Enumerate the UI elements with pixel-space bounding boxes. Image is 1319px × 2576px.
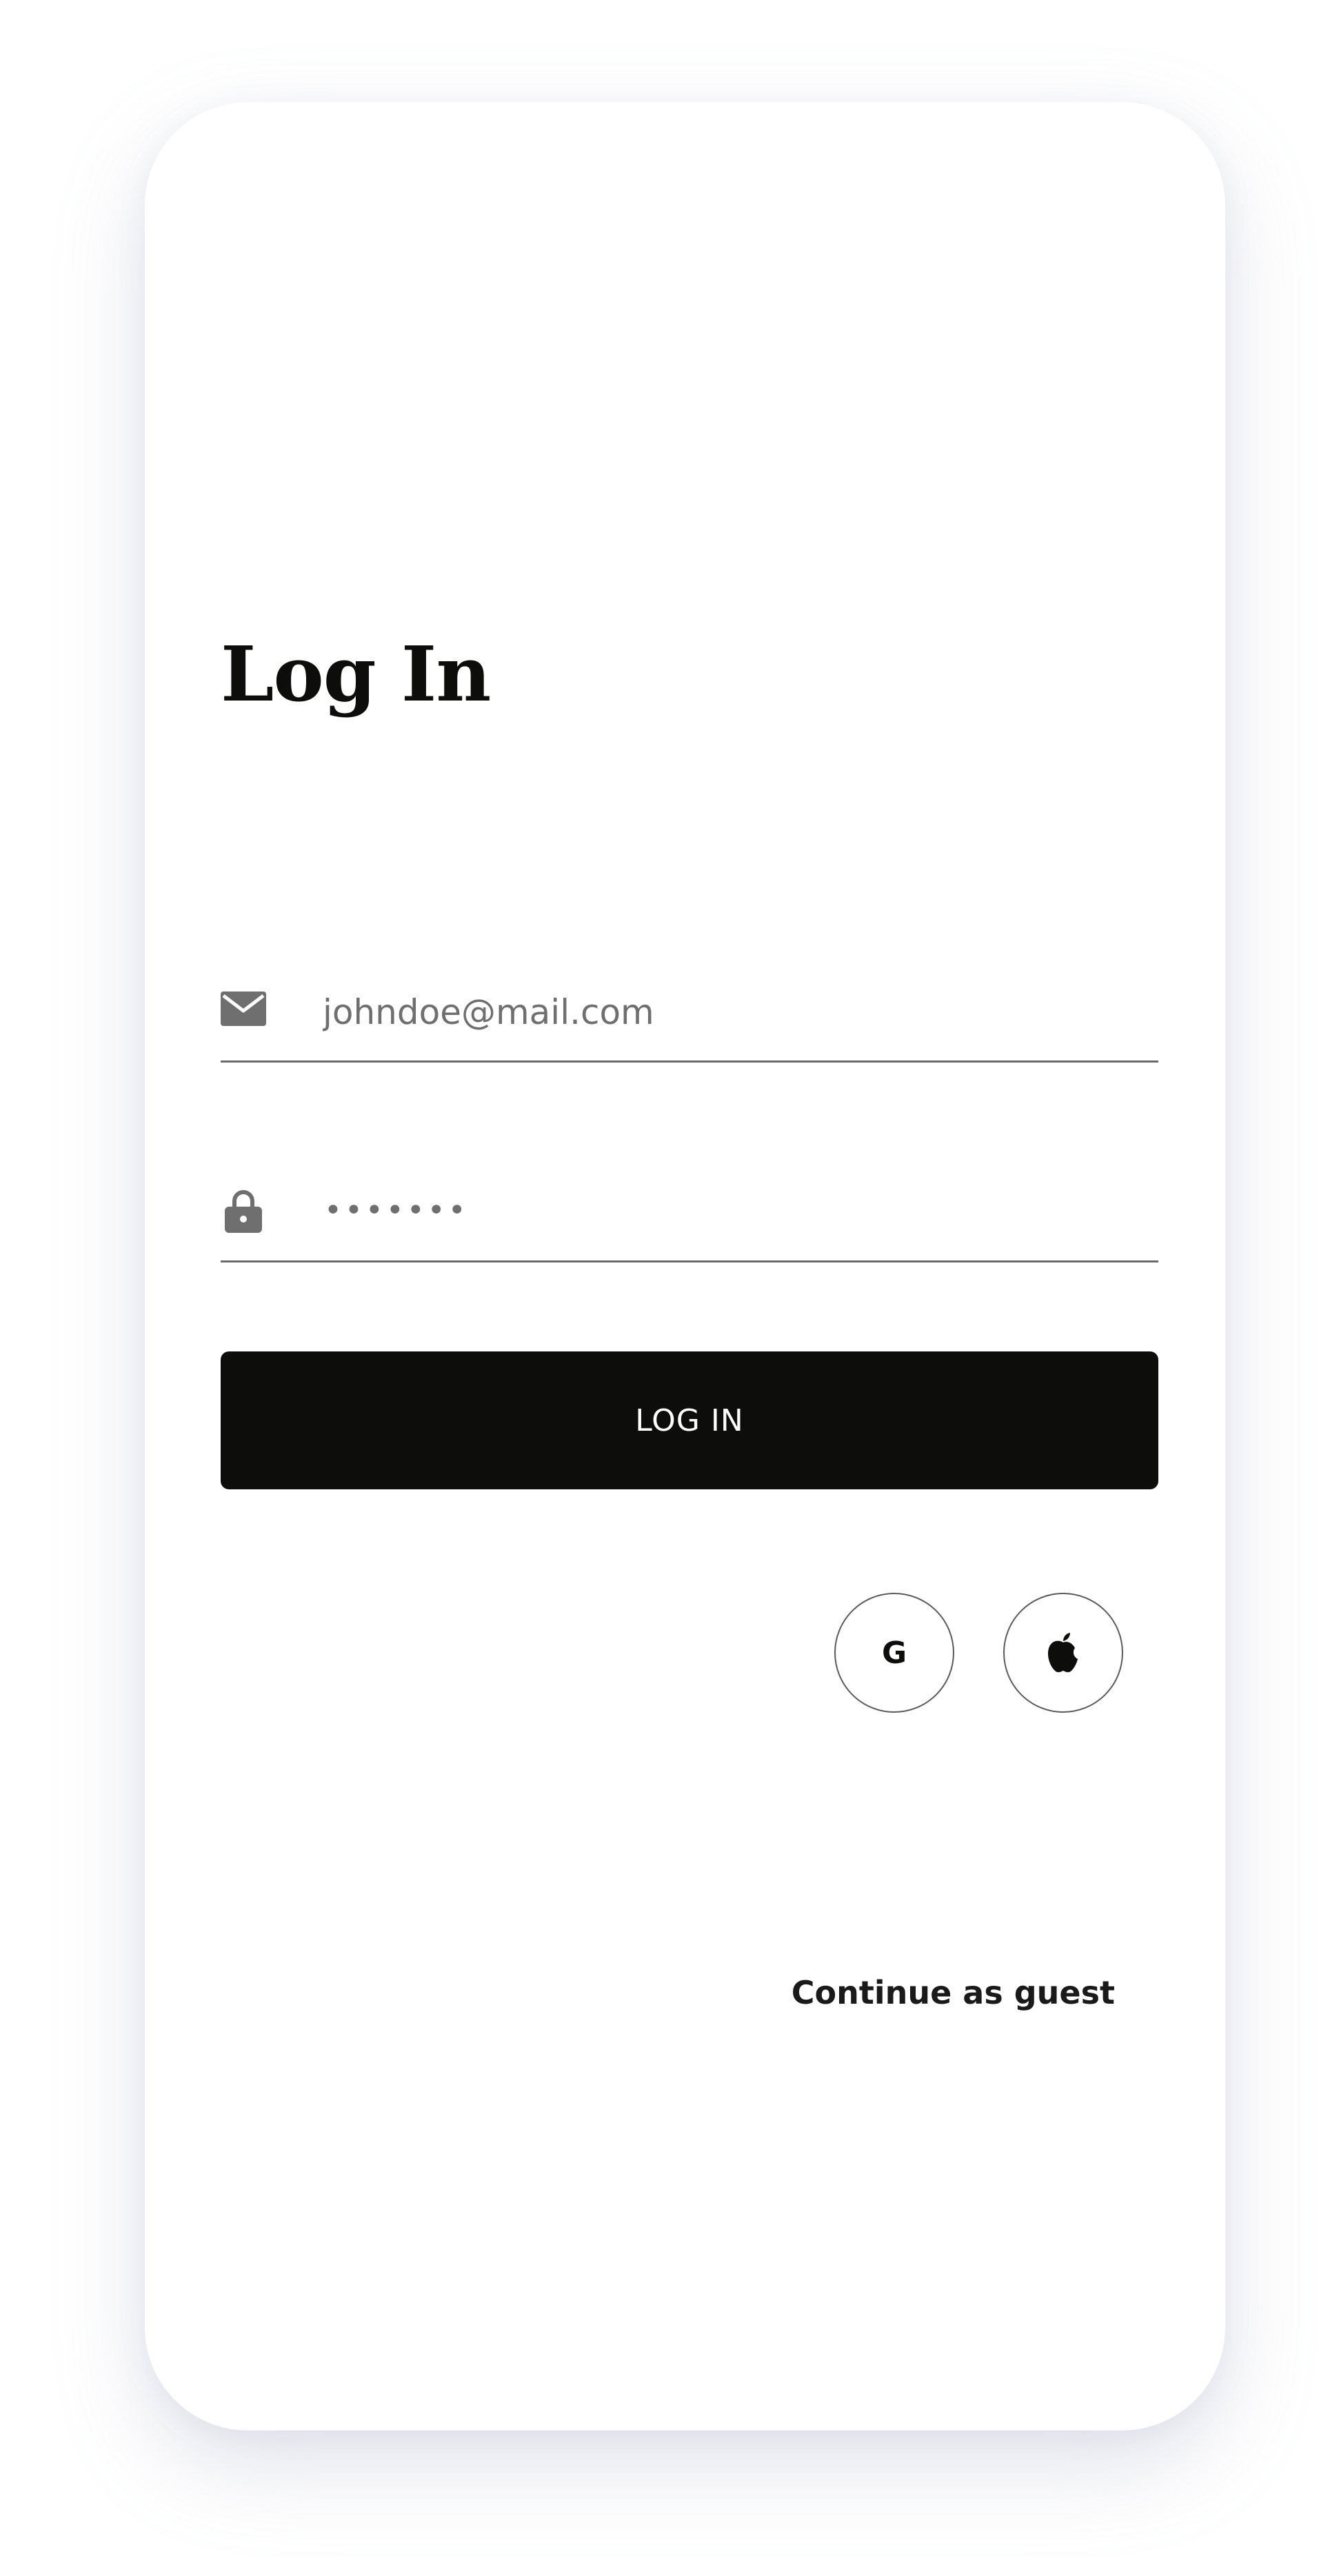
apple-icon (1047, 1633, 1078, 1673)
login-screen: Log In ••••••• LOG IN (0, 0, 1319, 2576)
apple-login-button[interactable] (1003, 1593, 1123, 1713)
envelope-icon (221, 987, 266, 1033)
svg-text:G: G (882, 1636, 907, 1671)
google-icon: G (882, 1636, 907, 1671)
continue-as-guest-link[interactable]: Continue as guest (792, 1974, 1115, 2011)
lock-icon (221, 1187, 266, 1233)
google-login-button[interactable]: G (834, 1593, 954, 1713)
password-field-group: ••••••• (221, 1164, 1158, 1262)
phone-frame: Log In ••••••• LOG IN (145, 102, 1225, 2431)
email-field-group (221, 964, 1158, 1063)
email-input[interactable] (323, 978, 1136, 1047)
login-button[interactable]: LOG IN (221, 1351, 1158, 1489)
page-title: Log In (221, 630, 491, 718)
password-input[interactable]: ••••••• (324, 1176, 469, 1245)
